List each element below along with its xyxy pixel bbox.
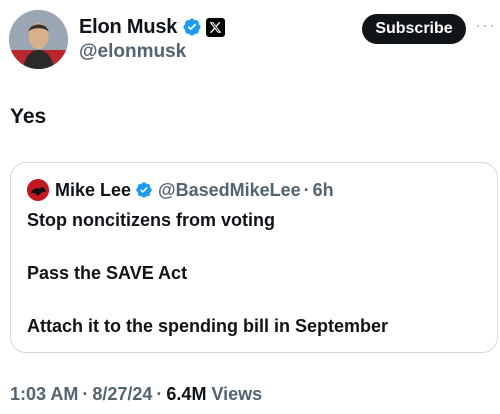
quoted-tweet-time[interactable]: 6h (313, 180, 334, 201)
author-handle[interactable]: @elonmusk (79, 41, 186, 63)
separator-dot: · (156, 384, 163, 404)
more-options-icon[interactable]: ··· (475, 16, 497, 36)
tweet-meta: 1:03 AM · 8/27/24 · 6.4M Views (10, 384, 262, 405)
quoted-tweet-card[interactable]: Mike Lee @BasedMikeLee · 6h Stop nonciti… (10, 162, 498, 353)
author-avatar[interactable] (9, 10, 68, 69)
verified-badge-icon (183, 18, 201, 36)
x-logo-icon (206, 17, 226, 37)
verified-badge-icon (136, 182, 152, 198)
views-label: Views (211, 384, 263, 404)
quoted-tweet-line: Attach it to the spending bill in Septem… (27, 316, 389, 336)
quoted-tweet-line: Stop noncitizens from voting (27, 210, 275, 230)
separator-dot: · (303, 179, 310, 200)
author-display-name[interactable]: Elon Musk (79, 16, 177, 39)
quoted-tweet-line: Pass the SAVE Act (27, 263, 188, 283)
separator-dot: · (82, 384, 89, 404)
tweet-text: Yes (10, 105, 47, 128)
quoted-author-avatar[interactable] (27, 179, 49, 201)
tweet-header: Elon Musk @elonmusk Subscribe ··· (0, 0, 500, 84)
subscribe-button[interactable]: Subscribe (362, 14, 466, 44)
quoted-tweet-header: Mike Lee @BasedMikeLee · 6h (27, 179, 334, 201)
quoted-author-handle[interactable]: @BasedMikeLee (158, 180, 301, 201)
tweet-time[interactable]: 1:03 AM (10, 384, 78, 404)
views-count: 6.4M (166, 384, 207, 404)
tweet-date[interactable]: 8/27/24 (92, 384, 152, 404)
quoted-author-name[interactable]: Mike Lee (55, 180, 131, 201)
